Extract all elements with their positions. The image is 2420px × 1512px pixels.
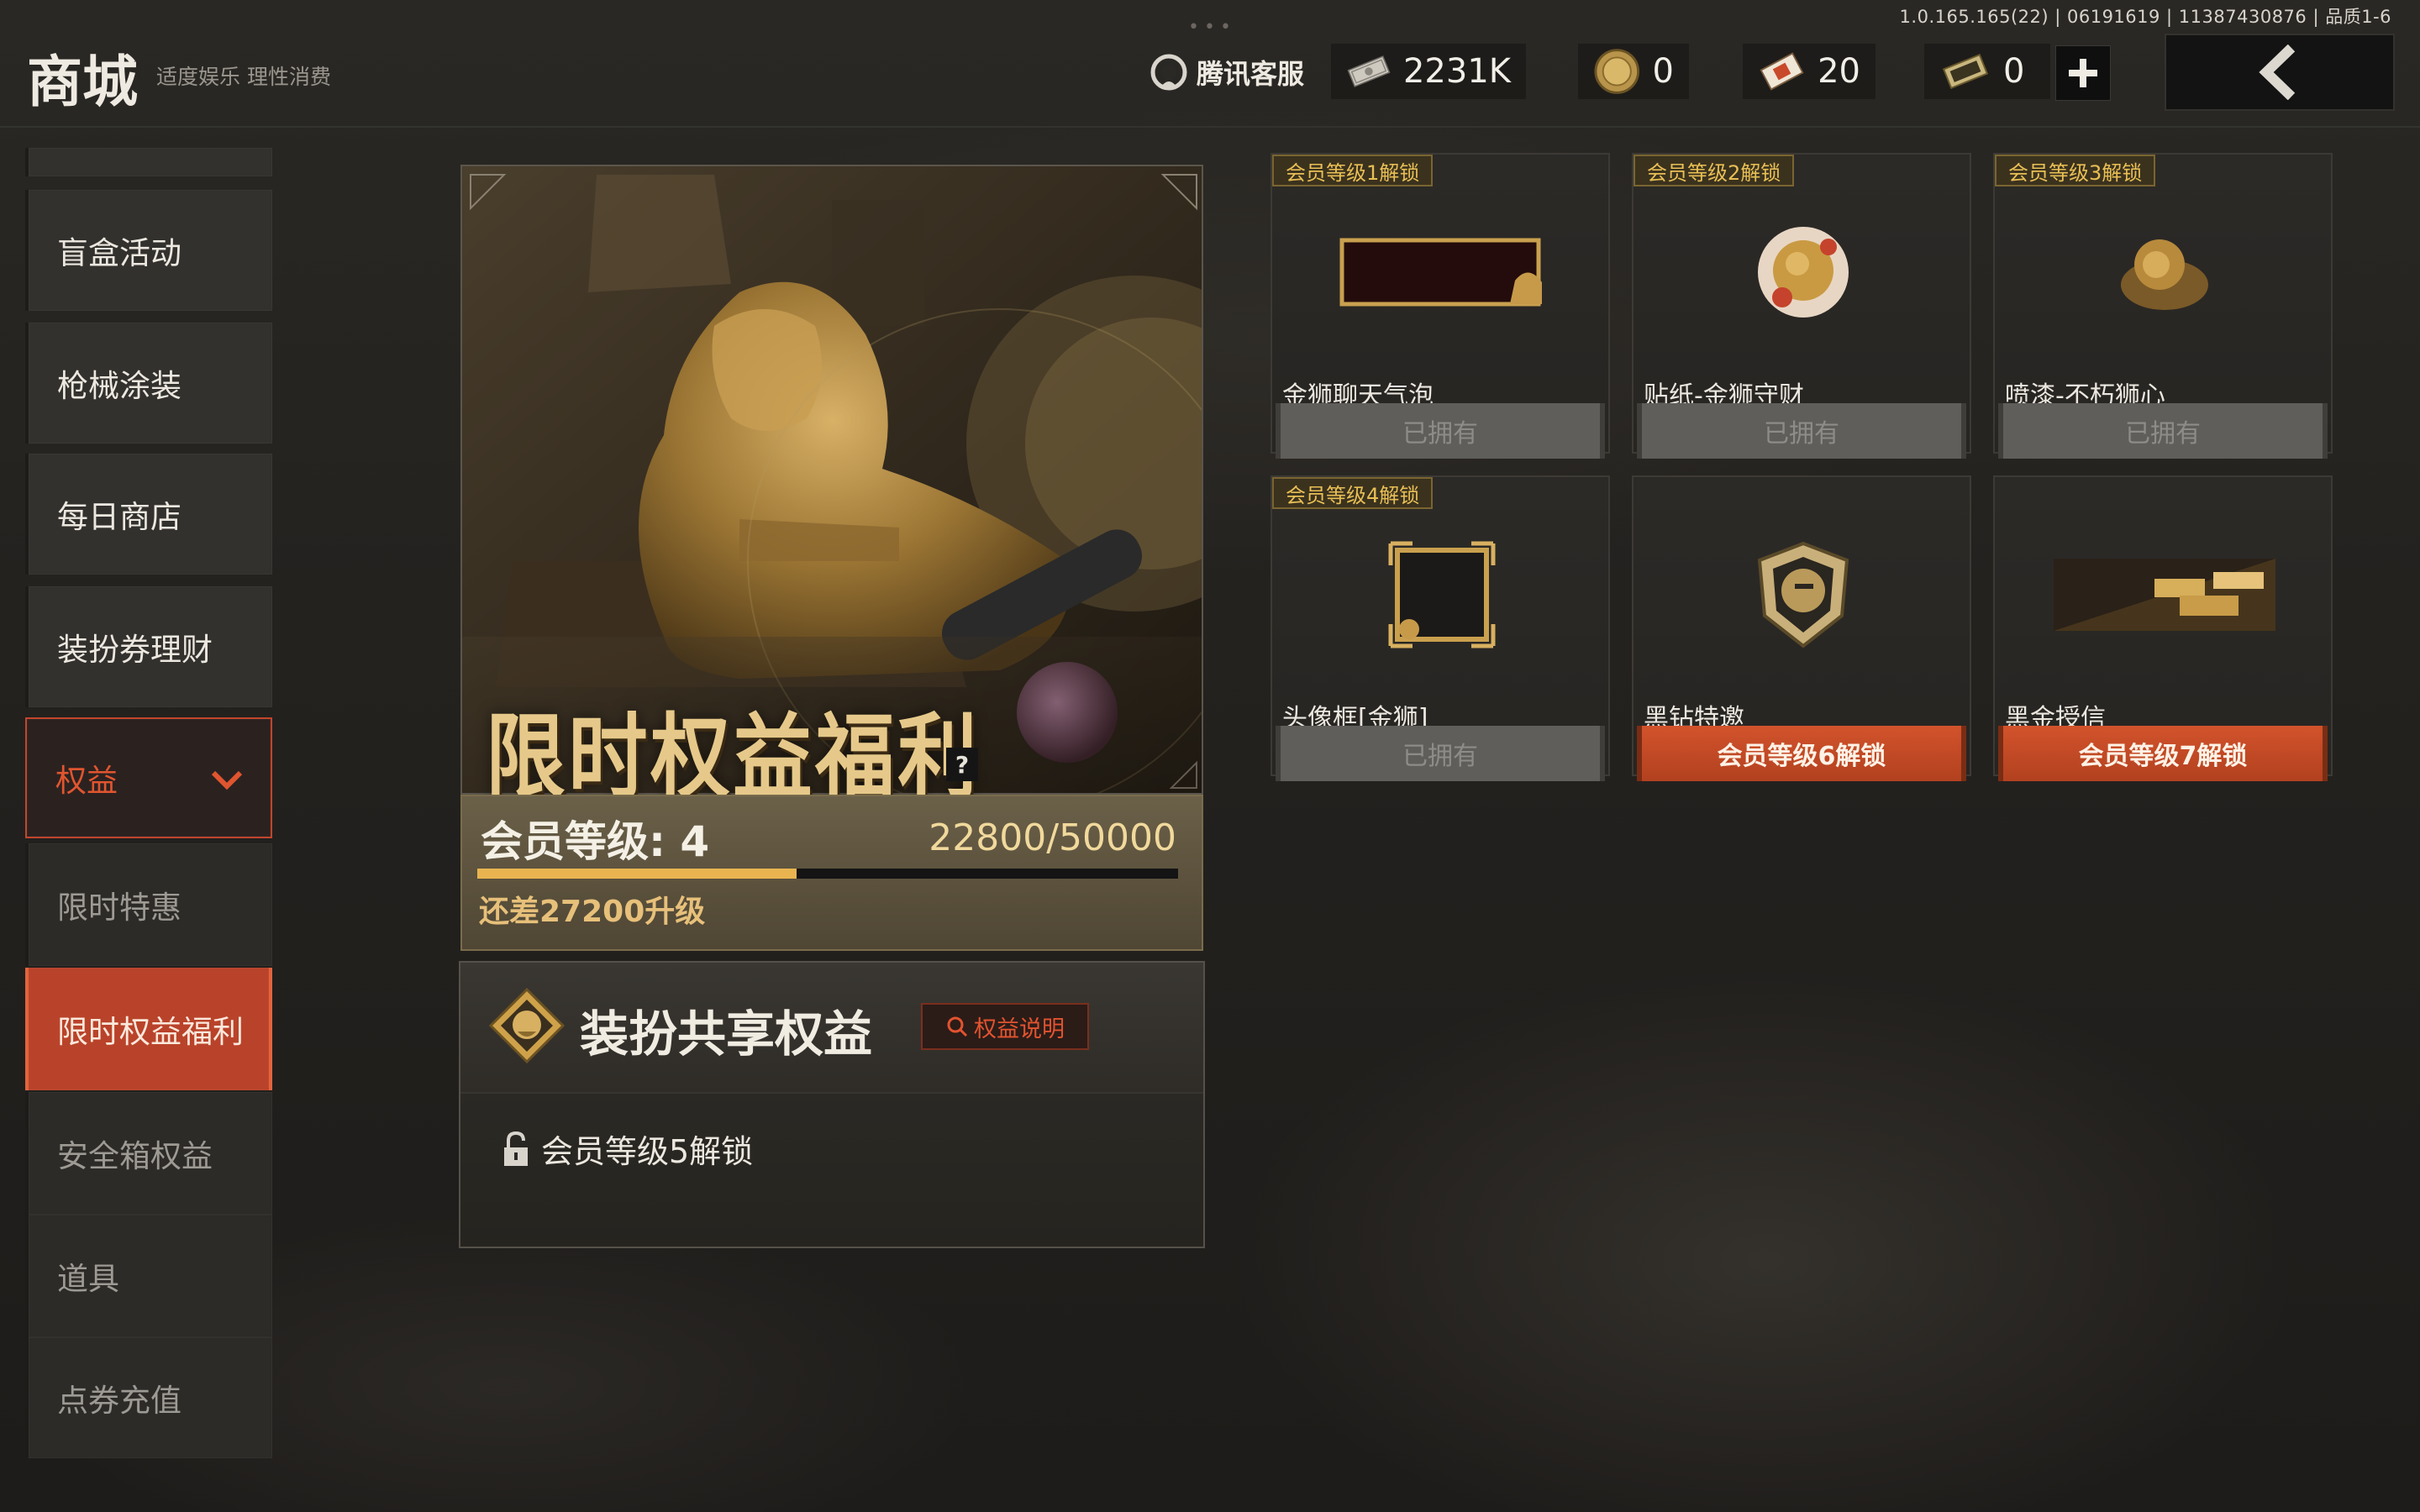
plus-icon [2069,59,2097,87]
lion-badge-icon [489,988,565,1063]
shared-rights-lock-text: 会员等级5解锁 [541,1133,754,1170]
chat-bubble-icon [1339,238,1542,307]
sidebar-item-benefits[interactable]: 权益 [25,717,272,838]
currency-voucher[interactable]: 0 [1924,44,2050,99]
reward-status-button[interactable]: 已拥有 [1637,403,1966,459]
sidebar-item-label: 枪械涂装 [57,368,182,404]
reward-card-black-gold-credit[interactable]: 黑金授信 会员等级7解锁 [1993,475,2333,781]
version-info: 1.0.165.165(22) | 06191619 | 11387430876… [1899,7,2391,27]
ticket-value: 20 [1818,52,1860,91]
reward-card-sticker[interactable]: 会员等级2解锁 贴纸-金狮守财 已拥有 [1632,153,1971,459]
avatar-frame-icon [1388,541,1496,648]
sidebar-item-label: 限时特惠 [57,890,182,926]
reward-card-spray[interactable]: 会员等级3解锁 喷漆-不朽狮心 已拥有 [1993,153,2333,459]
sidebar-item-label: 装扮券理财 [57,632,213,668]
currency-coin[interactable]: 0 [1578,44,1689,99]
sidebar-item-label: 盲盒活动 [57,235,182,271]
customer-service-button[interactable]: 腾讯客服 [1150,49,1304,96]
experience-progress-fill [477,869,797,879]
rights-info-label: 权益说明 [974,1016,1065,1042]
shared-rights-lock-row: 会员等级5解锁 [501,1126,753,1172]
reward-unlock-tag: 会员等级1解锁 [1272,155,1434,186]
cash-icon [1347,55,1391,87]
sticker-icon [1758,227,1849,318]
reward-unlock-tag: 会员等级2解锁 [1634,155,1795,186]
reward-status-button[interactable]: 会员等级7解锁 [1998,726,2328,781]
customer-service-label: 腾讯客服 [1197,58,1305,90]
sidebar-item-label: 安全箱权益 [57,1138,213,1174]
knight-helmet-icon [1757,541,1849,648]
sidebar-item-label: 点券充值 [57,1383,182,1419]
sidebar-item-gun-skins[interactable]: 枪械涂装 [25,323,272,444]
sidebar-item-limited-benefits[interactable]: 限时权益福利 [25,968,272,1090]
experience-value: 22800/50000 [929,816,1176,859]
sidebar-item-recharge[interactable]: 点券充值 [25,1337,272,1458]
sidebar-item-daily-shop[interactable]: 每日商店 [25,454,272,575]
chevron-down-icon [211,770,243,790]
rights-info-button[interactable]: 权益说明 [921,1003,1089,1050]
experience-remaining: 还差27200升级 [479,895,706,929]
reward-card-black-diamond[interactable]: 黑钻特邀 会员等级6解锁 [1632,475,1971,781]
coin-value: 0 [1652,52,1674,91]
sidebar-item-label: 每日商店 [57,499,182,535]
reward-status-button[interactable]: 已拥有 [1276,726,1605,781]
search-icon [947,1016,968,1037]
shared-rights-title: 装扮共享权益 [580,1005,873,1063]
sidebar-item-label: 权益 [55,763,118,799]
sidebar-item-voucher-finance[interactable]: 装扮券理财 [25,586,272,707]
back-button[interactable] [2165,34,2395,111]
reward-status-button[interactable]: 已拥有 [1998,403,2328,459]
reward-unlock-tag: 会员等级4解锁 [1272,477,1434,509]
page-title: 商城 [27,50,138,114]
shared-rights-divider [460,1092,1203,1094]
voucher-icon [1942,53,1989,90]
help-button[interactable]: ? [946,748,978,781]
page-subtitle: 适度娱乐 理性消费 [156,65,331,89]
gold-bars-icon [2054,559,2275,631]
reward-status-button[interactable]: 已拥有 [1276,403,1605,459]
sidebar-item-limited-offer[interactable]: 限时特惠 [25,843,272,966]
sidebar-item-items[interactable]: 道具 [25,1215,272,1337]
sidebar-item-label: 道具 [57,1261,119,1297]
tencent-logo-icon [1150,54,1187,91]
add-currency-button[interactable] [2055,45,2111,101]
sidebar-item-blind-box[interactable]: 盲盒活动 [25,190,272,311]
reward-status-button[interactable]: 会员等级6解锁 [1637,726,1966,781]
reward-card-avatar-frame[interactable]: 会员等级4解锁 头像框[金狮] 已拥有 [1270,475,1610,781]
chevron-left-icon [2259,45,2296,100]
sidebar-item-label: 限时权益福利 [57,1014,244,1050]
cash-value: 2231K [1402,52,1511,91]
sidebar-item-partial[interactable] [25,148,272,176]
member-level-label: 会员等级: 4 [481,817,710,866]
reward-unlock-tag: 会员等级3解锁 [1995,155,2156,186]
reward-card-chat-bubble[interactable]: 会员等级1解锁 金狮聊天气泡 已拥有 [1270,153,1610,459]
currency-cash[interactable]: 2231K [1331,44,1526,99]
sidebar-item-safebox-benefits[interactable]: 安全箱权益 [25,1092,272,1215]
currency-ticket[interactable]: 20 [1743,44,1876,99]
header-divider [0,126,2420,128]
voucher-value: 0 [2003,52,2025,91]
lock-icon [504,1131,528,1166]
coin-icon [1594,49,1640,94]
ticket-icon [1760,52,1804,91]
drag-handle-icon: ••• [1188,17,1236,38]
spray-lion-icon [2121,239,2208,310]
experience-progress-bar [477,869,1178,879]
